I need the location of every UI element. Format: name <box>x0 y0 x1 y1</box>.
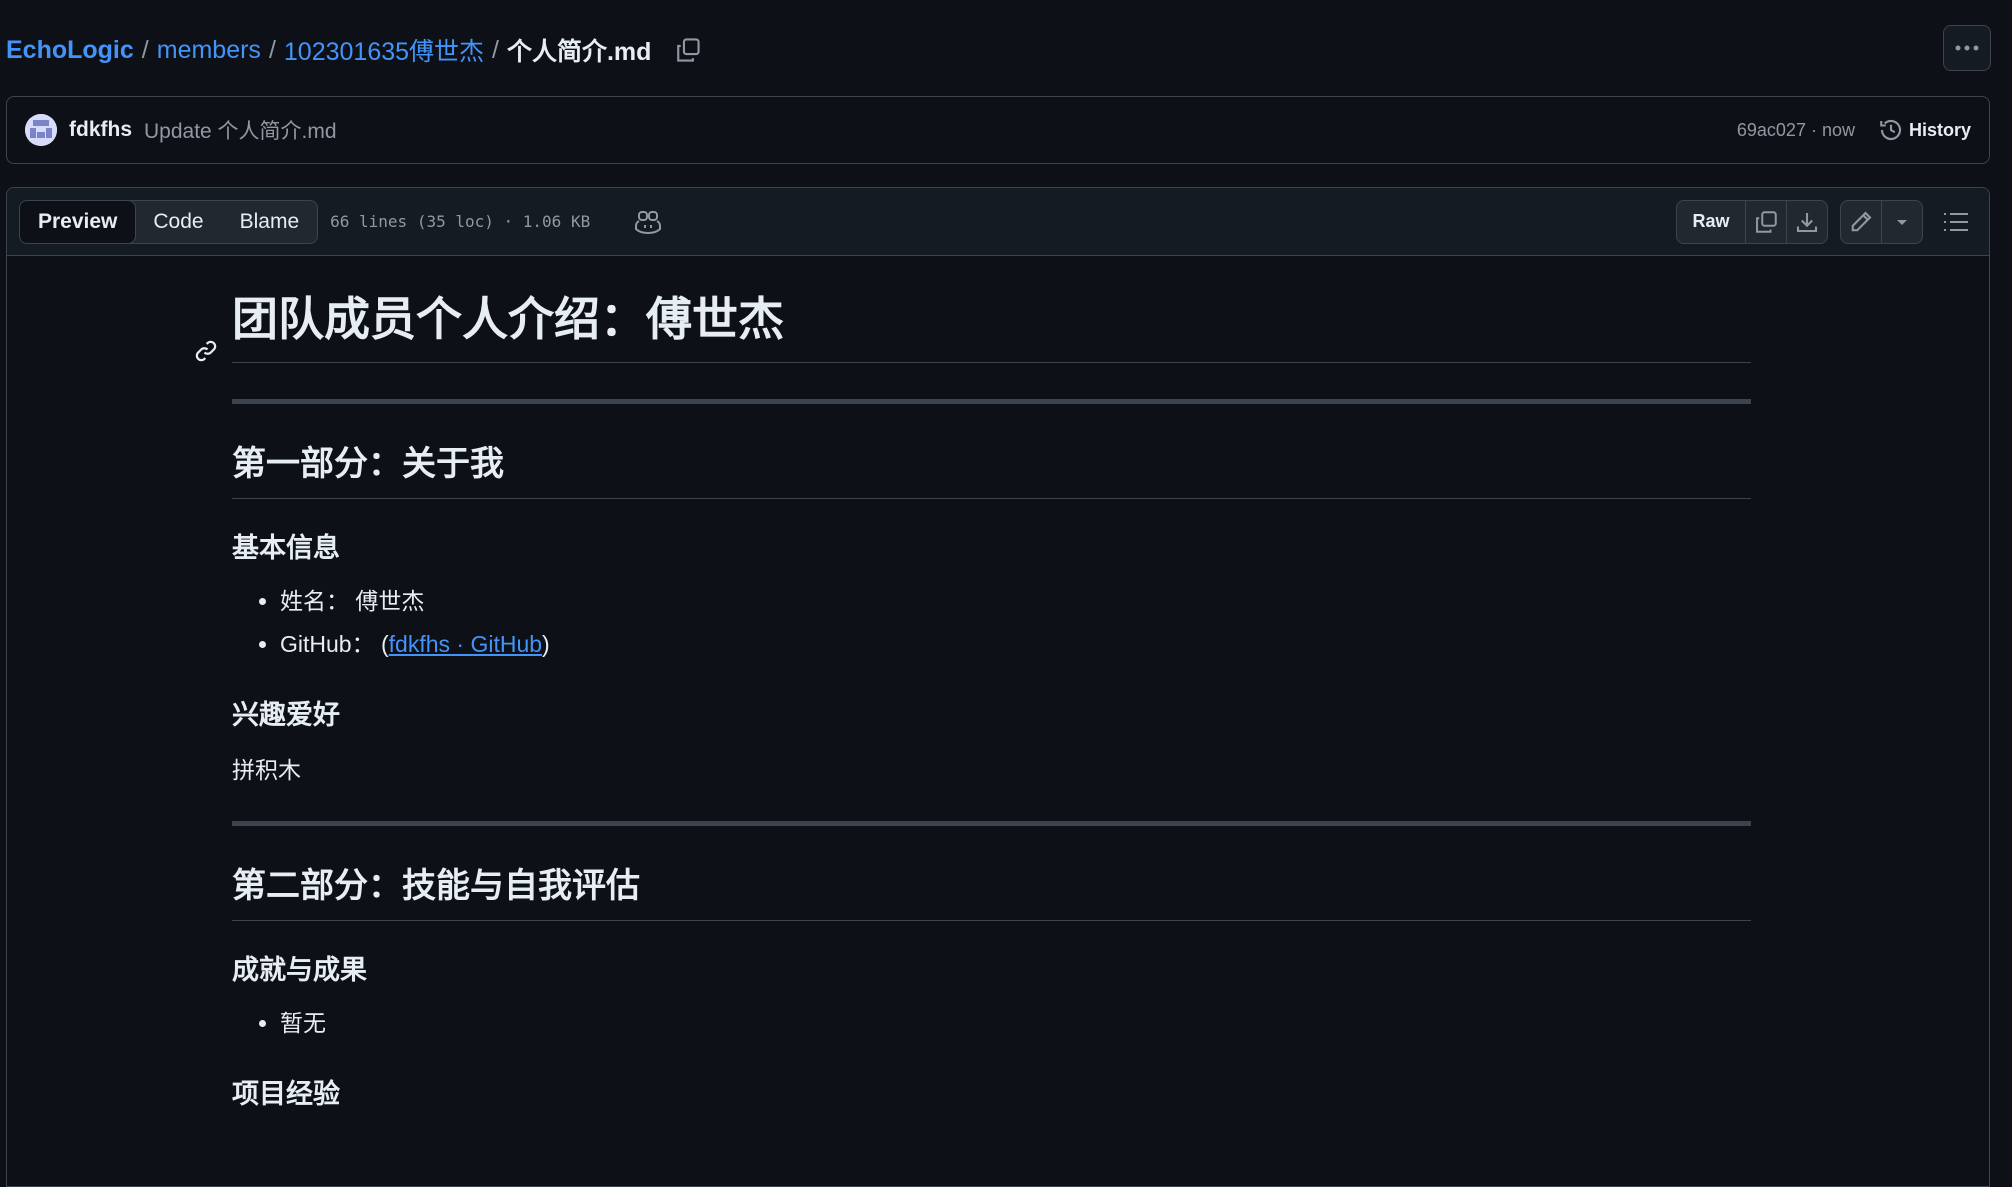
edit-pencil-icon[interactable] <box>1841 201 1881 243</box>
heading-anchor-link-icon[interactable] <box>194 318 218 378</box>
hobbies-heading: 兴趣爱好 <box>232 700 340 731</box>
outline-list-icon[interactable] <box>1935 201 1977 243</box>
commit-author-link[interactable]: fdkfhs <box>69 118 132 142</box>
github-prefix: GitHub： ( <box>280 631 389 658</box>
download-icon[interactable] <box>1786 200 1827 243</box>
breadcrumb-separator: / <box>141 35 149 64</box>
raw-button[interactable]: Raw <box>1677 201 1745 243</box>
copilot-icon[interactable] <box>634 209 662 235</box>
avatar[interactable] <box>25 114 57 146</box>
list-item: 姓名： 傅世杰 <box>280 580 1751 623</box>
history-button[interactable]: History <box>1879 118 1971 142</box>
latest-commit-bar: fdkfhs Update 个人简介.md 69ac027 · now Hist… <box>6 96 1990 164</box>
copy-path-icon[interactable] <box>673 35 703 65</box>
history-icon <box>1880 119 1901 140</box>
breadcrumb-separator: / <box>492 35 499 64</box>
achievements-heading: 成就与成果 <box>232 955 367 986</box>
raw-copy-download-group: Raw <box>1676 199 1828 244</box>
file-line-count: 66 lines (35 loc) · 1.06 KB <box>330 212 591 231</box>
section-heading-1: 第一部分：关于我 <box>232 442 1751 499</box>
list-item: GitHub： (fdkfhs · GitHub) <box>280 623 1751 666</box>
github-profile-link[interactable]: fdkfhs · GitHub <box>389 631 542 657</box>
file-actions: Raw <box>1676 199 1977 244</box>
edit-group <box>1840 199 1923 244</box>
markdown-body: 团队成员个人介绍：傅世杰 第一部分：关于我 基本信息 姓名： 傅世杰 GitHu… <box>195 290 1751 1113</box>
projects-heading: 项目经验 <box>232 1079 340 1110</box>
kebab-horizontal-icon <box>1955 45 1979 51</box>
achievements-list: 暂无 <box>232 1002 1751 1045</box>
commit-message-link[interactable]: Update 个人简介.md <box>144 115 337 145</box>
doc-title: 团队成员个人介绍：傅世杰 <box>195 290 1751 363</box>
basic-info-list: 姓名： 傅世杰 GitHub： (fdkfhs · GitHub) <box>232 580 1751 666</box>
doc-title-text: 团队成员个人介绍：傅世杰 <box>232 293 784 345</box>
tab-code[interactable]: Code <box>135 201 221 243</box>
hobby-text: 拼积木 <box>232 757 301 784</box>
github-suffix: ) <box>542 631 550 658</box>
tab-preview[interactable]: Preview <box>20 200 137 243</box>
view-mode-tabs: Preview Code Blame <box>19 199 319 244</box>
breadcrumb: EchoLogic / members / 102301635傅世杰 / 个人简… <box>6 30 703 70</box>
commit-meta: 69ac027 · now History <box>1737 118 1971 142</box>
breadcrumb-current-file: 个人简介.md <box>506 38 652 66</box>
section-heading-2: 第二部分：技能与自我评估 <box>232 864 1751 922</box>
commit-sha-time[interactable]: 69ac027 · now <box>1737 120 1855 141</box>
basic-info-heading: 基本信息 <box>232 532 340 563</box>
divider <box>232 398 1751 404</box>
breadcrumb-separator: / <box>268 35 276 64</box>
copy-raw-icon[interactable] <box>1745 200 1786 243</box>
edit-dropdown-chevron-icon[interactable] <box>1881 200 1922 243</box>
divider <box>232 821 1751 827</box>
breadcrumb-repo-link[interactable]: EchoLogic <box>6 36 134 65</box>
breadcrumb-member-folder-link[interactable]: 102301635傅世杰 <box>284 32 484 68</box>
breadcrumb-members-link[interactable]: members <box>157 36 261 65</box>
list-item: 暂无 <box>280 1002 1751 1045</box>
history-label: History <box>1908 119 1971 140</box>
more-options-button[interactable] <box>1943 25 1991 71</box>
tab-blame[interactable]: Blame <box>222 201 318 243</box>
file-header: Preview Code Blame 66 lines (35 loc) · 1… <box>7 188 1989 256</box>
